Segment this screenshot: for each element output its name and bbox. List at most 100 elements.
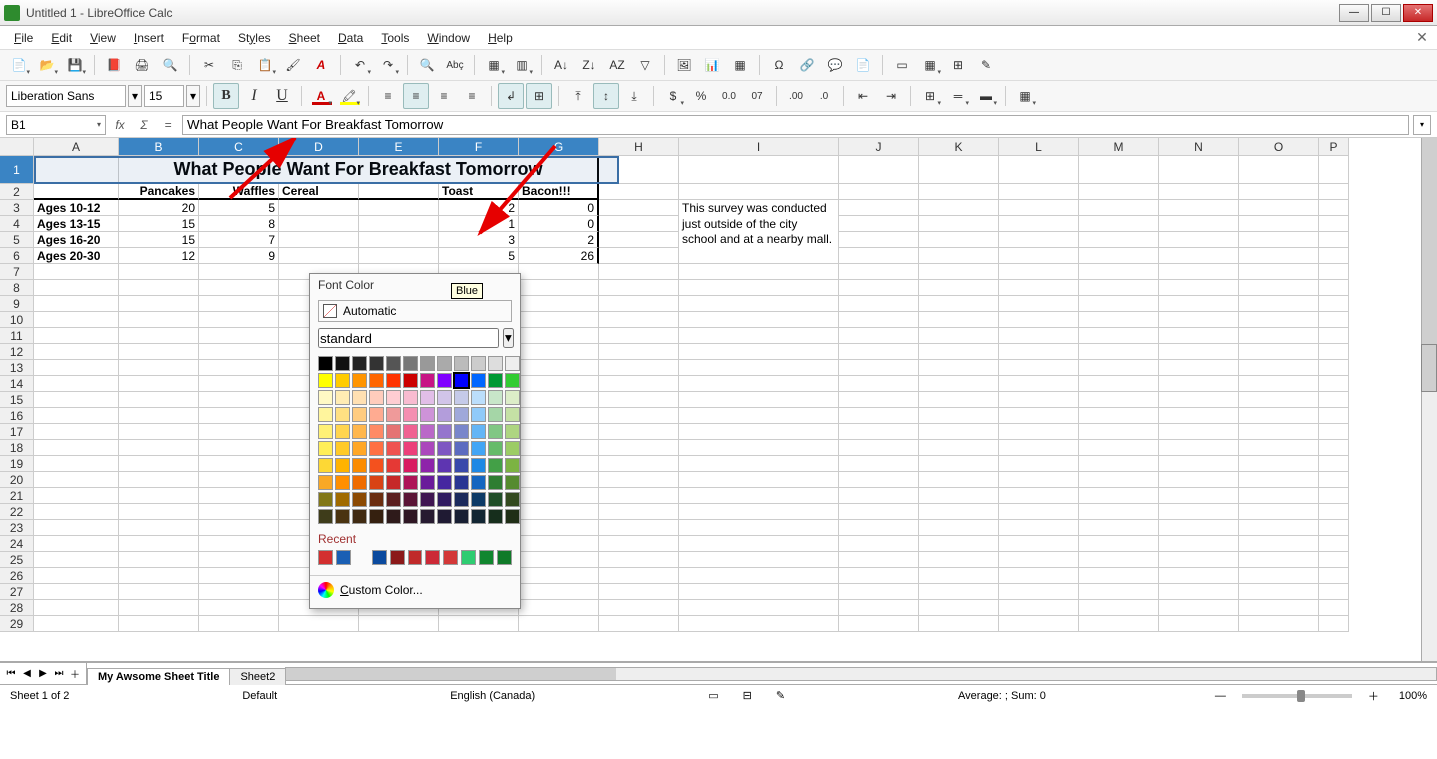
- cell[interactable]: [1239, 360, 1319, 376]
- cell[interactable]: [1159, 552, 1239, 568]
- cell[interactable]: [1319, 200, 1349, 216]
- cell[interactable]: [34, 472, 119, 488]
- cell[interactable]: [119, 264, 199, 280]
- cell[interactable]: [1159, 392, 1239, 408]
- cell[interactable]: [279, 216, 359, 232]
- cell[interactable]: What People Want For Breakfast Tomorrow: [119, 156, 599, 184]
- cell[interactable]: [1159, 408, 1239, 424]
- cell[interactable]: [1079, 408, 1159, 424]
- cell[interactable]: [1159, 472, 1239, 488]
- cell[interactable]: [599, 376, 679, 392]
- cell[interactable]: [679, 568, 839, 584]
- cell[interactable]: [119, 616, 199, 632]
- color-swatch[interactable]: [318, 407, 333, 422]
- tab-last-button[interactable]: ⏭: [52, 668, 66, 679]
- color-swatch[interactable]: [454, 475, 469, 490]
- cell[interactable]: [599, 520, 679, 536]
- cell[interactable]: [599, 456, 679, 472]
- cell[interactable]: [839, 280, 919, 296]
- cell[interactable]: [1079, 232, 1159, 248]
- cell[interactable]: [199, 600, 279, 616]
- cell[interactable]: [839, 488, 919, 504]
- color-swatch[interactable]: [437, 458, 452, 473]
- cell[interactable]: [119, 360, 199, 376]
- recent-color-swatch[interactable]: [390, 550, 405, 565]
- cell[interactable]: [359, 216, 439, 232]
- cell[interactable]: [279, 200, 359, 216]
- cell[interactable]: [1079, 520, 1159, 536]
- cell[interactable]: 2: [439, 200, 519, 216]
- cell[interactable]: [1239, 600, 1319, 616]
- row-header[interactable]: 20: [0, 472, 34, 488]
- highlight-color-button[interactable]: 🖍▾: [336, 83, 362, 109]
- horizontal-scrollbar[interactable]: [285, 663, 1437, 684]
- cell[interactable]: [119, 376, 199, 392]
- cell[interactable]: [999, 328, 1079, 344]
- cell[interactable]: [1159, 344, 1239, 360]
- color-swatch[interactable]: [471, 441, 486, 456]
- recent-color-swatch[interactable]: [408, 550, 423, 565]
- cell[interactable]: [34, 184, 119, 200]
- cell[interactable]: [679, 472, 839, 488]
- cell[interactable]: [1319, 520, 1349, 536]
- cell[interactable]: [1239, 328, 1319, 344]
- recent-color-swatch[interactable]: [443, 550, 458, 565]
- cell[interactable]: [919, 440, 999, 456]
- color-swatch[interactable]: [352, 441, 367, 456]
- row-header[interactable]: 18: [0, 440, 34, 456]
- recent-color-swatch[interactable]: [318, 550, 333, 565]
- cell[interactable]: [599, 248, 679, 264]
- color-swatch[interactable]: [403, 373, 418, 388]
- color-swatch[interactable]: [369, 407, 384, 422]
- insert-hyperlink-button[interactable]: 🔗: [794, 52, 820, 78]
- italic-button[interactable]: I: [241, 83, 267, 109]
- font-size-input[interactable]: [144, 85, 184, 107]
- color-swatch[interactable]: [369, 475, 384, 490]
- cell[interactable]: [519, 504, 599, 520]
- cell[interactable]: [34, 568, 119, 584]
- column-header[interactable]: O: [1239, 138, 1319, 156]
- cell[interactable]: [199, 568, 279, 584]
- cell[interactable]: [34, 552, 119, 568]
- cell[interactable]: [119, 328, 199, 344]
- color-swatch[interactable]: [369, 424, 384, 439]
- cell[interactable]: [199, 456, 279, 472]
- color-swatch[interactable]: [488, 441, 503, 456]
- cell[interactable]: Ages 20-30: [34, 248, 119, 264]
- cell[interactable]: [34, 280, 119, 296]
- automatic-color-button[interactable]: Automatic: [318, 300, 512, 322]
- color-swatch[interactable]: [488, 424, 503, 439]
- color-swatch[interactable]: [335, 475, 350, 490]
- cell[interactable]: [599, 504, 679, 520]
- paste-button[interactable]: 📋▾: [252, 52, 278, 78]
- cell[interactable]: [1079, 376, 1159, 392]
- color-swatch[interactable]: [335, 424, 350, 439]
- tab-prev-button[interactable]: ◀: [20, 668, 34, 679]
- menu-tools[interactable]: Tools: [373, 29, 417, 47]
- color-swatch[interactable]: [335, 373, 350, 388]
- cell[interactable]: [34, 392, 119, 408]
- sum-icon[interactable]: Σ: [134, 118, 154, 132]
- cell[interactable]: [1159, 296, 1239, 312]
- color-swatch[interactable]: [386, 509, 401, 524]
- cell[interactable]: [34, 456, 119, 472]
- color-swatch[interactable]: [352, 458, 367, 473]
- cell[interactable]: [999, 344, 1079, 360]
- column-header[interactable]: L: [999, 138, 1079, 156]
- cell[interactable]: [119, 440, 199, 456]
- cell[interactable]: [1239, 616, 1319, 632]
- cell[interactable]: [999, 504, 1079, 520]
- bold-button[interactable]: B: [213, 83, 239, 109]
- cell[interactable]: [1319, 392, 1349, 408]
- align-justify-button[interactable]: ≡: [459, 83, 485, 109]
- insert-image-button[interactable]: 🖼: [671, 52, 697, 78]
- cell[interactable]: [1319, 488, 1349, 504]
- cell[interactable]: [919, 328, 999, 344]
- row-header[interactable]: 7: [0, 264, 34, 280]
- color-swatch[interactable]: [369, 492, 384, 507]
- cell[interactable]: [919, 248, 999, 264]
- color-swatch[interactable]: [386, 356, 401, 371]
- cell[interactable]: [519, 392, 599, 408]
- zoom-slider[interactable]: [1242, 694, 1352, 698]
- cell[interactable]: [679, 600, 839, 616]
